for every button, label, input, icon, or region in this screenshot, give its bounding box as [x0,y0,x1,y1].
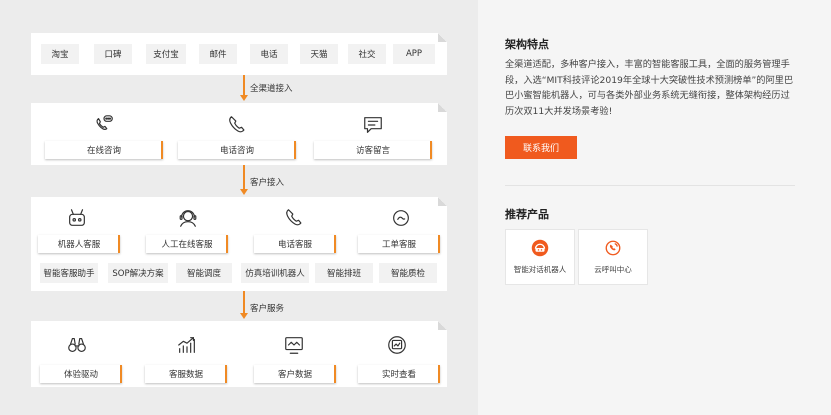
consult-card: 在线咨询 电话咨询 访客留言 [31,103,447,165]
tool-chip-scheduling: 智能排班 [315,263,373,283]
agent-headset-icon [177,207,199,229]
product-card-dialog-robot[interactable]: 智能对话机器人 [505,229,575,285]
channel-chip-app: APP [393,44,435,64]
connector-line-1 [243,75,245,95]
arch-features-title: 架构特点 [505,38,549,51]
service-robot: 机器人客服 [38,235,120,253]
architecture-diagram: 淘宝 口碑 支付宝 邮件 电话 天猫 社交 APP 全渠道接入 在线咨询 电话咨… [0,0,478,415]
tool-chip-quality: 智能质检 [379,263,437,283]
tool-chip-dispatch: 智能调度 [176,263,232,283]
monitor-icon [283,334,305,356]
connector-arrow-1 [240,95,248,101]
divider [505,185,795,186]
consult-online: 在线咨询 [45,141,163,159]
realtime-icon [386,334,408,356]
ticket-icon [390,207,412,229]
tool-chip-training-robot: 仿真培训机器人 [241,263,309,283]
recommended-products-title: 推荐产品 [505,208,549,221]
channels-card: 淘宝 口碑 支付宝 邮件 电话 天猫 社交 APP [31,33,447,75]
connector-line-2 [243,165,245,189]
data-customer: 客户数据 [254,365,336,383]
product-label-dialog-robot: 智能对话机器人 [513,265,567,274]
bubble-phone-icon [93,114,115,136]
connector-label-all-channel: 全渠道接入 [250,84,293,94]
data-card: 体验驱动 客服数据 客户数据 实时查看 [31,321,447,387]
service-human-online: 人工在线客服 [146,235,228,253]
consult-phone: 电话咨询 [178,141,296,159]
robot-icon [66,207,88,229]
channel-chip-tmall: 天猫 [300,44,338,64]
channel-chip-taobao: 淘宝 [41,44,79,64]
product-label-call-center: 云呼叫中心 [594,265,632,274]
phone-icon [226,114,248,136]
connector-arrow-3 [240,313,248,319]
data-experience: 体验驱动 [40,365,122,383]
phone-icon [283,207,305,229]
connector-label-customer-access: 客户接入 [250,178,285,188]
data-service: 客服数据 [145,365,227,383]
connector-arrow-2 [240,189,248,195]
channel-chip-social: 社交 [348,44,386,64]
service-card: 机器人客服 人工在线客服 电话客服 工单客服 智能客服助手 SOP解决方案 智能… [31,197,447,291]
consult-message: 访客留言 [314,141,432,159]
service-ticket: 工单客服 [358,235,440,253]
arch-features-description: 全渠道适配，多种客户接入，丰富的智能客服工具，全面的服务管理手段，入选“MIT科… [505,59,794,117]
chat-message-icon [362,114,384,136]
channel-chip-alipay: 支付宝 [146,44,186,64]
product-card-call-center[interactable]: 云呼叫中心 [578,229,648,285]
connector-line-3 [243,291,245,313]
growth-chart-icon [176,334,198,356]
robot-dialog-icon [531,239,549,257]
tool-chip-sop: SOP解决方案 [108,263,168,283]
tool-chip-assistant: 智能客服助手 [40,263,98,283]
channel-chip-koubei: 口碑 [94,44,132,64]
call-center-icon [604,239,622,257]
channel-chip-email: 邮件 [199,44,237,64]
contact-us-button[interactable]: 联系我们 [505,136,577,159]
channel-chip-phone: 电话 [250,44,288,64]
connector-label-customer-service: 客户服务 [250,304,285,314]
data-realtime: 实时查看 [358,365,440,383]
binoculars-icon [66,334,88,356]
service-phone: 电话客服 [254,235,336,253]
